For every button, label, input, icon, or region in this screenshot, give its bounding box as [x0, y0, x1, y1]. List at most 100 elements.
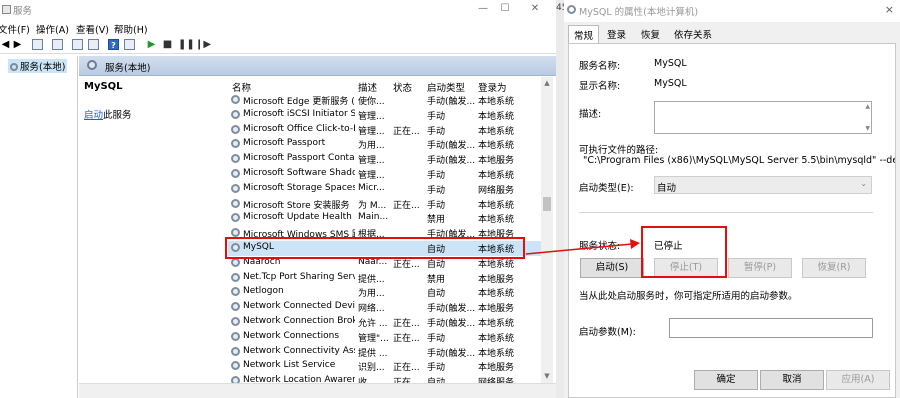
- cell-log-on-as: 本地系统: [478, 319, 515, 329]
- cell-status: 正在...: [393, 375, 423, 383]
- cell-startup-type: 手动: [427, 200, 446, 211]
- horizontal-scrollbar[interactable]: [79, 383, 556, 398]
- cell-startup-type: 手动(触发...: [427, 319, 476, 329]
- table-row[interactable]: Microsoft Passport Container管理... 手动(触发..…: [228, 152, 541, 167]
- start-service-icon[interactable]: ▶: [146, 39, 157, 50]
- cell-name: Netlogon: [243, 286, 284, 297]
- table-row[interactable]: Microsoft Update Health S...Main... 禁用 本地系…: [228, 211, 541, 226]
- cell-name: Microsoft Software Shado...: [243, 168, 355, 178]
- list-header: 名称 描述 状态 启动类型 登录为: [228, 77, 541, 94]
- start-service-link[interactable]: 启动: [84, 110, 103, 121]
- cell-log-on-as: 网络服务: [478, 375, 538, 383]
- cell-startup-type: 禁用: [427, 274, 446, 285]
- table-row[interactable]: Netlogon 为用... 自动 本地系统: [228, 285, 541, 300]
- view-icon[interactable]: [124, 39, 135, 50]
- column-header-log-on-as[interactable]: 登录为: [478, 80, 507, 94]
- scroll-down-icon[interactable]: ▼: [865, 125, 870, 132]
- highlight-box-status: [641, 226, 727, 278]
- start-button[interactable]: 启动(S): [580, 258, 644, 278]
- table-row[interactable]: Microsoft Storage Spaces S...Micr... 手动 网络…: [228, 182, 541, 197]
- column-header-status[interactable]: 状态: [393, 80, 412, 94]
- cell-startup-type: 手动: [427, 363, 446, 374]
- table-row[interactable]: Net.Tcp Port Sharing Service提供... 禁用 本地服务: [228, 271, 541, 286]
- tab-general[interactable]: 常规: [568, 25, 600, 44]
- minimize-button[interactable]: —: [472, 1, 494, 17]
- column-header-startup-type[interactable]: 启动类型: [427, 80, 465, 94]
- menu-file[interactable]: 文件(F): [0, 22, 30, 36]
- scroll-down-icon[interactable]: ▼: [542, 371, 552, 381]
- gear-icon: [231, 346, 240, 356]
- ok-button[interactable]: 确定: [694, 370, 758, 390]
- menu-view[interactable]: 查看(V): [76, 22, 109, 36]
- menu-help[interactable]: 帮助(H): [114, 22, 148, 36]
- highlight-box-mysql-row: [225, 237, 525, 259]
- cell-description: 识别...: [358, 363, 385, 374]
- tab-recovery[interactable]: 恢复: [641, 27, 660, 41]
- dialog-tabs: 常规 登录 恢复 依存关系: [564, 25, 900, 44]
- cell-name: Microsoft Store 安装服务: [243, 200, 350, 211]
- background-strip: 45: [556, 0, 567, 398]
- cancel-button[interactable]: 取消: [760, 370, 824, 390]
- cell-startup-type: 手动(触发...: [427, 97, 476, 107]
- table-row[interactable]: Network Location Awarene...收...正在... 自动网络…: [228, 374, 541, 383]
- table-row[interactable]: Network Connection Broker 允许 ... 正在... 手动(触…: [228, 315, 541, 330]
- refresh-icon[interactable]: [72, 39, 83, 50]
- cell-description: 提供 ...: [358, 348, 388, 359]
- pause-service-icon[interactable]: ❚❚: [178, 39, 195, 50]
- column-header-name[interactable]: 名称: [232, 80, 251, 94]
- apply-button[interactable]: 应用(A): [826, 370, 890, 390]
- tab-dependencies[interactable]: 依存关系: [674, 27, 712, 41]
- menu-action[interactable]: 操作(A): [36, 22, 69, 36]
- help-icon[interactable]: ?: [108, 39, 119, 50]
- forward-icon[interactable]: ▶: [12, 39, 23, 50]
- gear-icon: [231, 228, 240, 238]
- tab-log-on[interactable]: 登录: [607, 27, 626, 41]
- table-row[interactable]: Microsoft Passport 为用... 手动(触发... 本地系统: [228, 137, 541, 152]
- scroll-thumb[interactable]: [543, 197, 551, 211]
- path-label: 可执行文件的路径:: [579, 145, 659, 156]
- vertical-scrollbar[interactable]: ▲ ▼: [541, 77, 553, 383]
- export-list-icon[interactable]: [88, 39, 99, 50]
- cell-log-on-as: 本地系统: [478, 333, 515, 344]
- scroll-up-icon[interactable]: ▲: [865, 103, 870, 110]
- gear-icon: [231, 302, 240, 312]
- description-textarea[interactable]: ▲ ▼: [654, 101, 872, 134]
- table-row[interactable]: Network List Service 识别... 正在... 手动 本地服务: [228, 359, 541, 374]
- services-app-icon: [2, 5, 11, 14]
- column-header-description[interactable]: 描述: [358, 80, 377, 94]
- maximize-button[interactable]: ☐: [494, 1, 516, 17]
- cell-startup-type: 禁用: [427, 215, 446, 226]
- startup-type-select[interactable]: 自动 ⌄: [654, 176, 872, 194]
- properties-icon[interactable]: [52, 39, 63, 50]
- gear-icon: [231, 213, 240, 223]
- restart-service-icon[interactable]: ❙▶: [195, 39, 211, 50]
- dialog-close-button[interactable]: ×: [885, 3, 894, 16]
- show-hide-console-tree-icon[interactable]: [32, 39, 43, 50]
- tree-item-services-local[interactable]: 服务(本地): [8, 59, 68, 73]
- cell-name: Microsoft Passport: [243, 138, 326, 149]
- cell-name: Network Connection Broker: [243, 316, 355, 326]
- table-row[interactable]: Network Connections 管理"... 正在... 手动 本地系统: [228, 330, 541, 345]
- toolbar: ◀ ▶ ? ▶ ■ ❚❚ ❙▶: [0, 36, 556, 54]
- cell-log-on-as: 本地服务: [478, 304, 515, 315]
- table-row[interactable]: Microsoft Office Click-to-R...管理... 正在...…: [228, 123, 541, 138]
- cell-description: 允许 ...: [358, 319, 388, 329]
- table-row[interactable]: Microsoft Software Shado... 管理... 手动 本地系统: [228, 167, 541, 182]
- scroll-up-icon[interactable]: ▲: [542, 78, 552, 88]
- pause-button[interactable]: 暂停(P): [728, 258, 792, 278]
- table-row[interactable]: Microsoft iSCSI Initiator Ser...管理... 手动 本…: [228, 108, 541, 123]
- resume-button[interactable]: 恢复(R): [802, 258, 866, 278]
- start-params-input[interactable]: [669, 318, 873, 338]
- cell-description: 收...: [358, 375, 391, 383]
- cell-startup-type: 自动: [427, 375, 477, 383]
- table-row[interactable]: Microsoft Edge 更新服务 (... 使你... 手动(触发... 本地系…: [228, 93, 541, 108]
- close-button[interactable]: ✕: [524, 1, 546, 17]
- stop-service-icon[interactable]: ■: [162, 39, 173, 50]
- back-icon[interactable]: ◀: [0, 39, 11, 50]
- cell-description: 为用...: [358, 289, 385, 300]
- cell-log-on-as: 本地系统: [478, 111, 515, 122]
- gear-icon: [231, 287, 240, 297]
- table-row[interactable]: Microsoft Store 安装服务为 M... 正在... 手动 本地系统: [228, 197, 541, 212]
- table-row[interactable]: Network Connectivity Assis...提供 ... 手动(触发…: [228, 345, 541, 360]
- table-row[interactable]: Network Connected Devic...网络... 手动(触发...本…: [228, 300, 541, 315]
